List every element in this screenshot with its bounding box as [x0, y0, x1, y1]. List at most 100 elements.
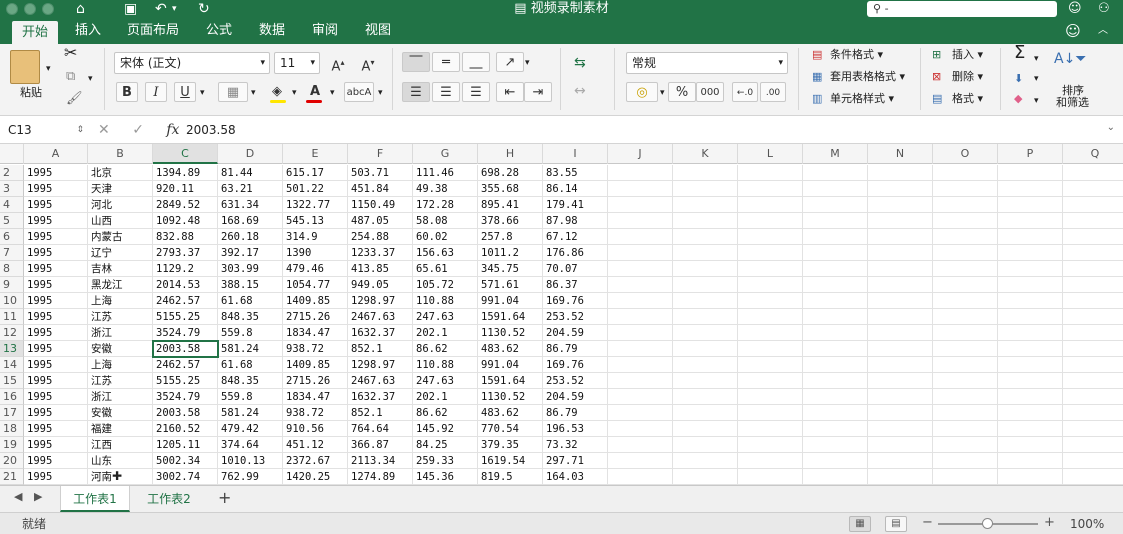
table-cell[interactable] — [998, 325, 1063, 341]
table-cell[interactable]: 内蒙古 — [88, 229, 153, 245]
table-cell[interactable] — [868, 389, 933, 405]
table-cell[interactable] — [803, 309, 868, 325]
table-cell[interactable] — [1063, 293, 1123, 309]
zoom-slider-knob[interactable] — [982, 518, 993, 529]
table-cell[interactable]: 487.05 — [348, 213, 413, 229]
table-cell[interactable] — [803, 373, 868, 389]
table-cell[interactable] — [803, 325, 868, 341]
table-cell[interactable]: 1298.97 — [348, 293, 413, 309]
table-cell[interactable]: 698.28 — [478, 165, 543, 181]
table-cell[interactable] — [1063, 405, 1123, 421]
table-cell[interactable] — [998, 309, 1063, 325]
table-cell[interactable] — [608, 213, 673, 229]
table-cell[interactable]: 257.8 — [478, 229, 543, 245]
table-cell[interactable]: 314.9 — [283, 229, 348, 245]
column-header-m[interactable]: M — [803, 144, 868, 164]
table-cell[interactable]: 260.18 — [218, 229, 283, 245]
table-cell[interactable]: 63.21 — [218, 181, 283, 197]
tab-view[interactable]: 视图 — [356, 18, 400, 44]
sort-filter-label-2[interactable]: 和筛选 — [1056, 96, 1089, 110]
table-cell[interactable]: 辽宁 — [88, 245, 153, 261]
table-cell[interactable] — [608, 309, 673, 325]
orientation-dropdown-icon[interactable]: ▾ — [525, 56, 530, 70]
table-cell[interactable]: 江苏 — [88, 373, 153, 389]
table-cell[interactable]: 5155.25 — [153, 373, 218, 389]
borders-icon[interactable]: ▦ — [218, 82, 248, 102]
table-cell[interactable]: 山西 — [88, 213, 153, 229]
copy-icon[interactable]: ⧉ — [66, 70, 75, 84]
table-cell[interactable]: 202.1 — [413, 389, 478, 405]
table-cell[interactable] — [933, 293, 998, 309]
table-cell[interactable] — [738, 309, 803, 325]
table-cell[interactable]: 87.98 — [543, 213, 608, 229]
tab-data[interactable]: 数据 — [250, 18, 294, 44]
table-cell[interactable] — [998, 341, 1063, 357]
zoom-out-icon[interactable]: − — [922, 515, 933, 530]
table-cell[interactable] — [738, 389, 803, 405]
table-cell[interactable]: 浙江 — [88, 325, 153, 341]
table-cell[interactable] — [673, 405, 738, 421]
table-cell[interactable]: 559.8 — [218, 325, 283, 341]
table-cell[interactable]: 770.54 — [478, 421, 543, 437]
table-cell[interactable]: 3524.79 — [153, 389, 218, 405]
table-cell[interactable] — [933, 213, 998, 229]
table-cell[interactable] — [803, 197, 868, 213]
table-cell[interactable]: 2715.26 — [283, 309, 348, 325]
table-cell[interactable] — [673, 245, 738, 261]
table-cell[interactable] — [1063, 389, 1123, 405]
table-cell[interactable] — [933, 277, 998, 293]
table-cell[interactable] — [738, 165, 803, 181]
table-cell[interactable] — [1063, 213, 1123, 229]
table-cell[interactable]: 1995 — [24, 373, 88, 389]
table-cell[interactable]: 1619.54 — [478, 453, 543, 469]
number-format-select[interactable]: 常规 ▾ — [626, 52, 788, 74]
table-cell[interactable]: 169.76 — [543, 357, 608, 373]
table-cell[interactable] — [673, 277, 738, 293]
row-header[interactable]: 9 — [0, 277, 24, 293]
table-cell[interactable]: 84.25 — [413, 437, 478, 453]
table-cell[interactable] — [738, 453, 803, 469]
table-cell[interactable] — [738, 325, 803, 341]
table-cell[interactable]: 1995 — [24, 389, 88, 405]
table-cell[interactable] — [868, 293, 933, 309]
table-cell[interactable] — [803, 181, 868, 197]
table-cell[interactable]: 1995 — [24, 245, 88, 261]
table-cell[interactable]: 65.61 — [413, 261, 478, 277]
table-cell[interactable]: 762.99 — [218, 469, 283, 485]
conditional-format-button[interactable]: 条件格式 ▾ — [830, 48, 883, 62]
table-cell[interactable]: 北京 — [88, 165, 153, 181]
table-cell[interactable]: 1054.77 — [283, 277, 348, 293]
table-cell[interactable]: 2014.53 — [153, 277, 218, 293]
table-cell[interactable]: 378.66 — [478, 213, 543, 229]
table-cell[interactable] — [933, 197, 998, 213]
row-header[interactable]: 13 — [0, 341, 24, 357]
table-cell[interactable]: 1995 — [24, 261, 88, 277]
smiley-icon[interactable]: ☺ — [1068, 0, 1082, 18]
column-header-c[interactable]: C — [153, 144, 218, 164]
phonetic-dropdown-icon[interactable]: ▾ — [378, 86, 383, 100]
column-header-h[interactable]: H — [478, 144, 543, 164]
clear-icon[interactable]: ◆ — [1014, 92, 1022, 106]
table-cell[interactable]: 安徽 — [88, 405, 153, 421]
font-size-select[interactable]: 11 ▾ — [274, 52, 320, 74]
column-header-n[interactable]: N — [868, 144, 933, 164]
table-cell[interactable]: 764.64 — [348, 421, 413, 437]
table-cell[interactable] — [803, 421, 868, 437]
fill-icon[interactable]: ⬇ — [1014, 72, 1023, 86]
row-header[interactable]: 18 — [0, 421, 24, 437]
table-cell[interactable]: 81.44 — [218, 165, 283, 181]
active-cell[interactable]: 2003.58 — [152, 340, 219, 358]
table-cell[interactable]: 581.24 — [218, 405, 283, 421]
table-cell[interactable] — [868, 453, 933, 469]
table-cell[interactable]: 168.69 — [218, 213, 283, 229]
table-cell[interactable]: 848.35 — [218, 373, 283, 389]
table-cell[interactable]: 571.61 — [478, 277, 543, 293]
table-cell[interactable] — [673, 181, 738, 197]
table-cell[interactable]: 1390 — [283, 245, 348, 261]
table-cell[interactable]: 479.46 — [283, 261, 348, 277]
table-cell[interactable]: 1274.89 — [348, 469, 413, 485]
tab-insert[interactable]: 插入 — [66, 18, 110, 44]
table-cell[interactable] — [608, 453, 673, 469]
table-cell[interactable] — [933, 469, 998, 485]
table-cell[interactable]: 247.63 — [413, 373, 478, 389]
